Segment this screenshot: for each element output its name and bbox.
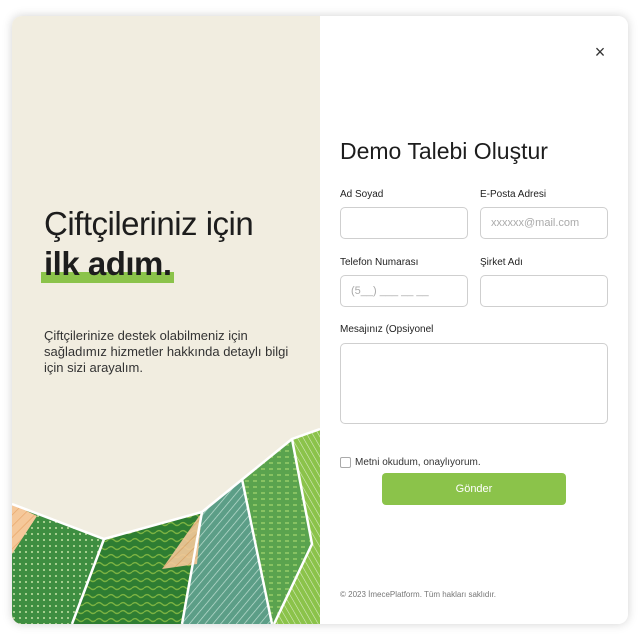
copyright-footer: © 2023 İmecePlatform. Tüm hakları saklıd… (340, 590, 497, 599)
consent-checkbox[interactable] (340, 457, 351, 468)
form-title: Demo Talebi Oluştur (340, 138, 548, 164)
company-label: Şirket Adı (480, 257, 523, 268)
promo-description: Çiftçilerinize destek olabilmeniz için s… (44, 328, 289, 375)
promo-headline: Çiftçileriniz için ilk adım. (41, 204, 314, 284)
promo-panel: Çiftçileriniz için ilk adım. Çiftçilerin… (12, 16, 320, 624)
headline-line-2: ilk adım. (41, 244, 174, 284)
close-icon[interactable]: × (590, 42, 610, 62)
phone-label: Telefon Numarası (340, 257, 419, 268)
email-input[interactable] (480, 207, 608, 239)
demo-request-modal: Çiftçileriniz için ilk adım. Çiftçilerin… (12, 16, 628, 624)
email-label: E-Posta Adresi (480, 189, 547, 200)
submit-button[interactable]: Gönder (382, 473, 566, 505)
name-input[interactable] (340, 207, 468, 239)
form-panel: × Demo Talebi Oluştur Ad Soyad E-Posta A… (320, 16, 628, 624)
name-label: Ad Soyad (340, 189, 384, 200)
phone-input[interactable] (340, 275, 468, 307)
headline-line-1: Çiftçileriniz için (44, 205, 254, 242)
consent-label[interactable]: Metni okudum, onaylıyorum. (355, 457, 481, 468)
headline-line-2-text: ilk adım. (44, 244, 172, 282)
message-textarea[interactable] (340, 343, 608, 424)
message-label: Mesajınız (Opsiyonel (340, 324, 434, 335)
farm-fields-illustration (12, 427, 320, 624)
company-input[interactable] (480, 275, 608, 307)
